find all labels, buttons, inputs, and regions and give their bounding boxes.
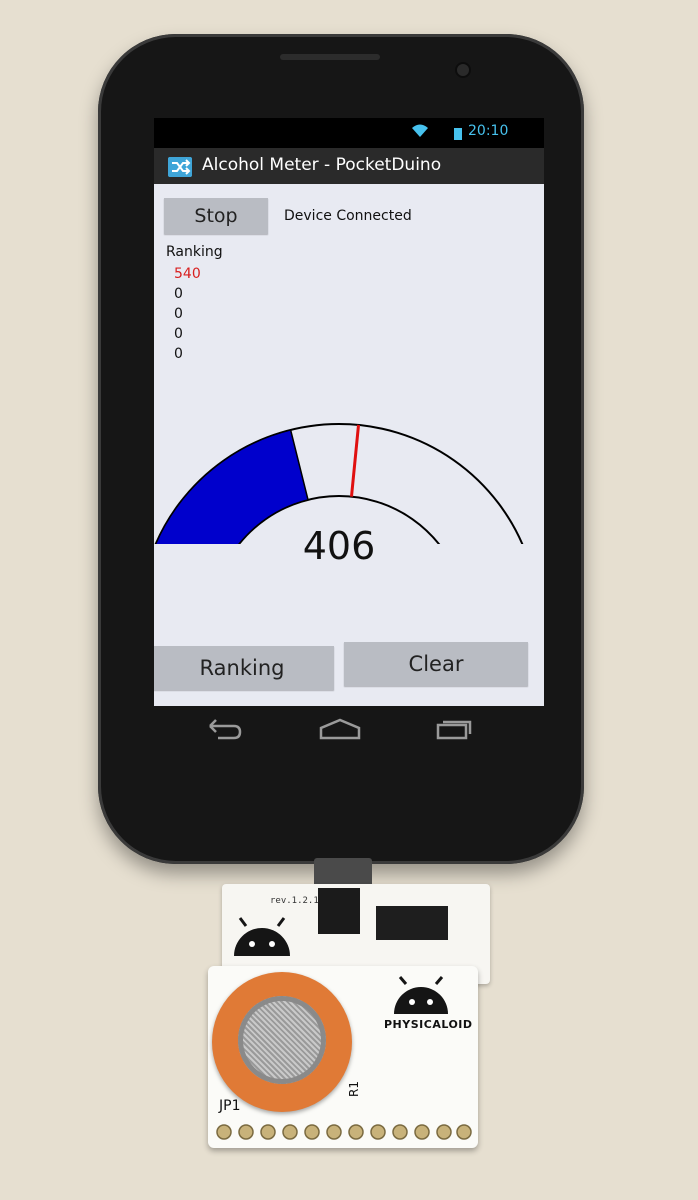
- stop-button[interactable]: Stop: [164, 198, 268, 234]
- app-title: Alcohol Meter - PocketDuino: [202, 155, 442, 175]
- recent-apps-icon[interactable]: [434, 718, 474, 740]
- back-icon[interactable]: [204, 718, 244, 740]
- clear-button[interactable]: Clear: [344, 642, 528, 686]
- ranking-entry-2: 0: [174, 286, 183, 302]
- header-label: JP1: [219, 1098, 241, 1114]
- resistor-label: R1: [346, 1081, 361, 1097]
- connection-status: Device Connected: [284, 208, 412, 224]
- ranking-button[interactable]: Ranking: [154, 646, 334, 690]
- sensor-mesh: [238, 996, 326, 1084]
- usb-plug: [318, 888, 360, 934]
- ranking-list: 540 0 0 0 0: [174, 264, 201, 364]
- alcohol-gauge: [154, 422, 524, 544]
- navigation-bar: [150, 702, 546, 762]
- status-clock: 20:10: [468, 123, 509, 139]
- shuffle-icon: [168, 157, 192, 177]
- android-logo-icon: [394, 976, 448, 1014]
- front-camera: [457, 64, 469, 76]
- microcontroller-chip: [376, 906, 448, 940]
- home-icon[interactable]: [318, 718, 362, 740]
- gauge-reading: 406: [302, 524, 376, 568]
- app-content: Stop Device Connected Ranking 540 0 0 0 …: [154, 184, 544, 706]
- action-bar: Alcohol Meter - PocketDuino: [154, 148, 544, 184]
- ranking-entry-3: 0: [174, 306, 183, 322]
- android-logo-icon: [234, 917, 290, 956]
- pin-header: [216, 1124, 472, 1140]
- wifi-icon: [412, 124, 428, 137]
- revision-label: rev.1.2.1: [270, 896, 319, 906]
- ranking-heading: Ranking: [166, 244, 223, 260]
- battery-icon: [454, 128, 462, 140]
- ranking-entry-5: 0: [174, 346, 183, 362]
- ranking-entry-1: 540: [174, 266, 201, 282]
- photo-scene: 20:10 Alcohol Meter - PocketDuino Stop D…: [0, 0, 698, 1200]
- phone-screen: 20:10 Alcohol Meter - PocketDuino Stop D…: [154, 118, 544, 706]
- brand-label: PHYSICALOID: [384, 1018, 473, 1031]
- status-bar: 20:10: [154, 118, 544, 148]
- earpiece-speaker: [280, 54, 380, 60]
- ranking-entry-4: 0: [174, 326, 183, 342]
